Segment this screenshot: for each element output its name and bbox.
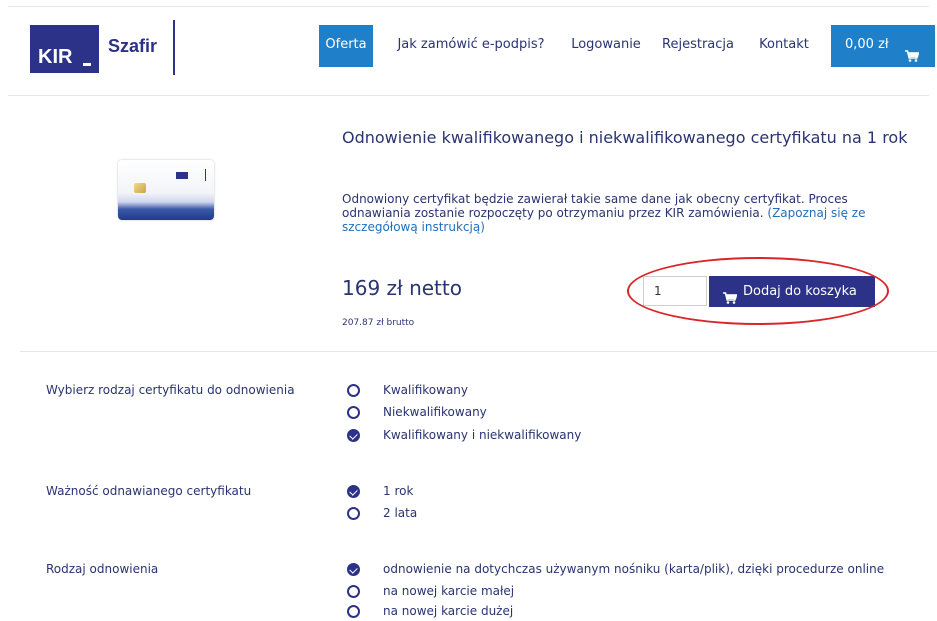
- kir-logo[interactable]: KIR: [30, 25, 99, 73]
- radio-icon[interactable]: [347, 585, 360, 598]
- highlight-ellipse: [627, 257, 889, 325]
- logo-kir-text: KIR: [38, 46, 73, 68]
- product-card-image: [118, 160, 214, 220]
- card-chip: [134, 183, 146, 193]
- option-label: Niekwalifikowany: [383, 405, 487, 419]
- option-type-label: Wybierz rodzaj certyfikatu do odnowienia: [46, 383, 295, 397]
- radio-icon[interactable]: [347, 384, 360, 397]
- nav-logowanie[interactable]: Logowanie: [562, 25, 650, 67]
- product-description: Odnowiony certyfikat będzie zawierał tak…: [342, 192, 917, 234]
- card-mini-logo: [176, 172, 188, 179]
- radio-checked-icon[interactable]: [347, 563, 360, 576]
- header-divider: [8, 95, 929, 96]
- logo-divider: [173, 20, 175, 75]
- radio-icon[interactable]: [347, 605, 360, 618]
- logo-szafir-text[interactable]: Szafir: [108, 36, 157, 57]
- price-gross: 207.87 zł brutto: [342, 318, 415, 328]
- radio-checked-icon[interactable]: [347, 485, 360, 498]
- section-divider: [20, 351, 937, 352]
- nav-kontakt[interactable]: Kontakt: [754, 25, 814, 67]
- price-net: 169 zł netto: [342, 276, 462, 300]
- option-label: Kwalifikowany i niekwalifikowany: [383, 428, 582, 442]
- product-title: Odnowienie kwalifikowanego i niekwalifik…: [342, 128, 908, 147]
- radio-icon[interactable]: [347, 406, 360, 419]
- nav-rejestracja[interactable]: Rejestracja: [658, 25, 738, 67]
- option-validity-label: Ważność odnawianego certyfikatu: [46, 484, 252, 498]
- nav-oferta[interactable]: Oferta: [319, 25, 373, 67]
- cart-icon: [905, 39, 920, 79]
- header-cart-button[interactable]: 0,00 zł: [831, 25, 935, 67]
- radio-icon[interactable]: [347, 507, 360, 520]
- option-label: na nowej karcie dużej: [383, 604, 514, 618]
- option-label: na nowej karcie małej: [383, 584, 515, 598]
- option-label: Kwalifikowany: [383, 383, 469, 397]
- option-label: 1 rok: [383, 484, 414, 498]
- top-divider: [8, 6, 929, 7]
- option-label: 2 lata: [383, 506, 418, 520]
- radio-checked-icon[interactable]: [347, 429, 360, 442]
- logo-kir-underscore: [83, 63, 91, 66]
- cart-amount: 0,00 zł: [845, 37, 889, 52]
- card-mini-divider: [205, 169, 206, 181]
- nav-jak-zamowic[interactable]: Jak zamówić e-podpis?: [391, 25, 551, 67]
- option-renewal-label: Rodzaj odnowienia: [46, 562, 159, 576]
- option-label: odnowienie na dotychczas używanym nośnik…: [383, 562, 885, 576]
